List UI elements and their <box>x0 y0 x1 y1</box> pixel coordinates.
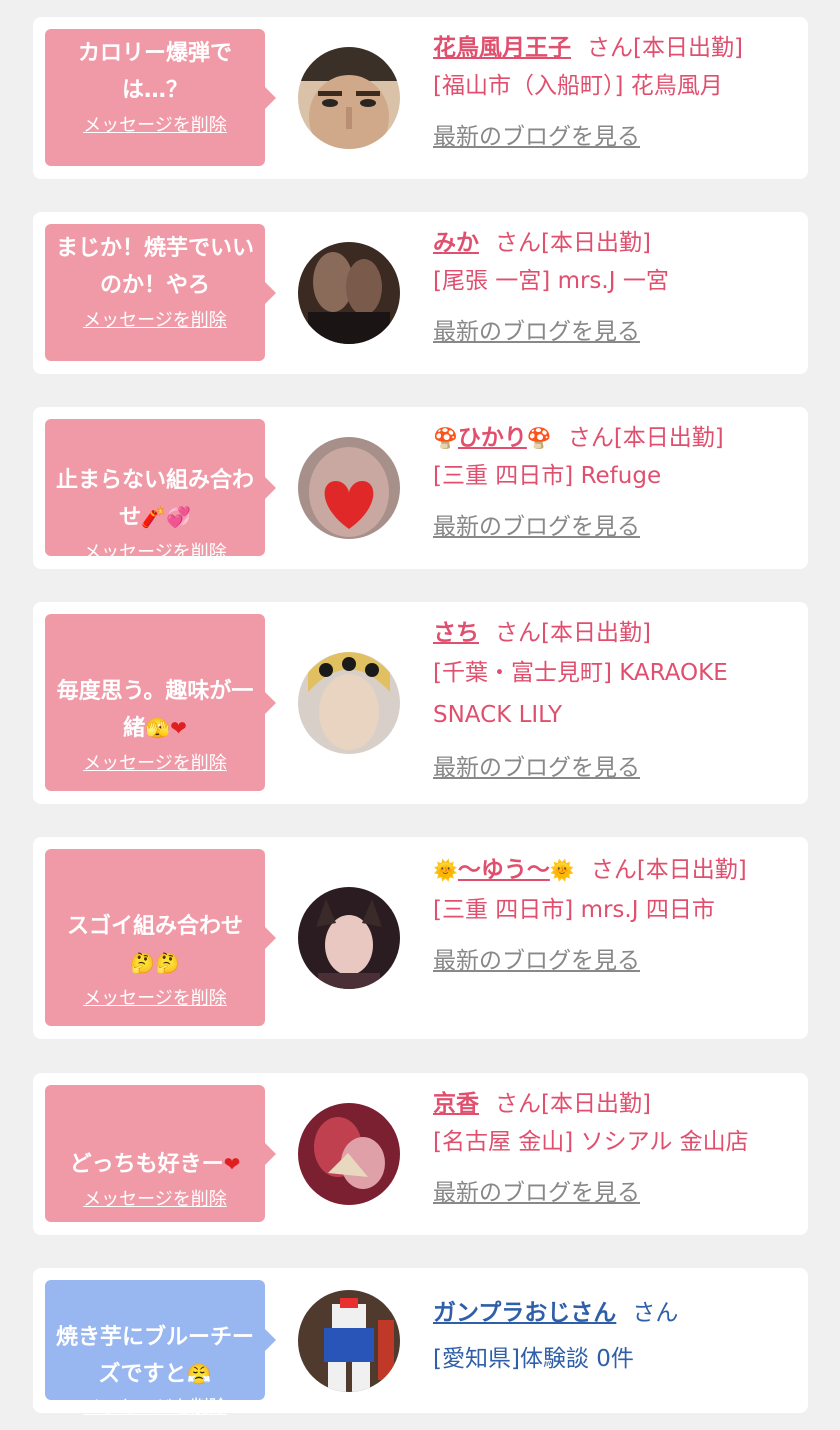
message-list: カロリー爆弾では…？ メッセージを削除 花鳥風月王子 さん[本日出勤] [福山市（… <box>0 0 840 1430</box>
shop-info: [尾張 一宮] mrs.J 一宮 <box>433 268 669 294</box>
latest-blog-link[interactable]: 最新のブログを見る <box>433 748 640 782</box>
message-card: 焼き芋にブルーチーズですと😤 メッセージを削除 ガンプラおじさん さん [愛知県]… <box>33 1268 808 1418</box>
cast-name-link[interactable]: 〜ゆう〜 <box>458 857 550 883</box>
delete-message-link[interactable]: メッセージを削除 <box>83 984 227 1010</box>
cast-status: さん[本日出勤] <box>495 1091 651 1117</box>
message-card: どっちも好きー❤ メッセージを削除 京香 さん[本日出勤] [名古屋 金山] ソシ… <box>33 1073 808 1235</box>
cast-name-link[interactable]: みか <box>433 230 479 256</box>
cast-info: みか さん[本日出勤] [尾張 一宮] mrs.J 一宮 最新のブログを見る <box>433 224 795 346</box>
cast-info: 🌞〜ゆう〜🌞 さん[本日出勤] [三重 四日市] mrs.J 四日市 最新のブログ… <box>433 849 795 975</box>
cast-info: 🍄ひかり🍄 さん[本日出勤] [三重 四日市] Refuge 最新のブログを見る <box>433 419 795 541</box>
customer-name-link[interactable]: ガンプラおじさん <box>433 1300 616 1326</box>
shop-info: [三重 四日市] mrs.J 四日市 <box>433 897 715 923</box>
message-bubble: カロリー爆弾では…？ メッセージを削除 <box>45 29 276 166</box>
sun-icon: 🌞 <box>549 858 575 882</box>
message-text: カロリー爆弾では…？ <box>77 41 232 103</box>
message-bubble: 毎度思う。趣味が一緒🫣❤ メッセージを削除 <box>45 614 276 791</box>
cast-name-link[interactable]: さち <box>433 620 479 646</box>
cast-status: さん[本日出勤] <box>495 620 651 646</box>
latest-blog-link[interactable]: 最新のブログを見る <box>433 117 640 151</box>
cast-status: さん[本日出勤] <box>495 230 651 256</box>
heart-emoji-icon: ❤ <box>223 1152 241 1176</box>
avatar[interactable] <box>298 47 400 149</box>
avatar[interactable] <box>298 887 400 989</box>
avatar[interactable] <box>298 652 400 754</box>
face-emoji-icon: 🫣 <box>145 716 171 740</box>
avatar[interactable] <box>298 242 400 344</box>
delete-message-link[interactable]: メッセージを削除 <box>83 111 227 137</box>
customer-suffix: さん <box>632 1300 679 1326</box>
message-bubble: 焼き芋にブルーチーズですと😤 メッセージを削除 <box>45 1280 276 1418</box>
message-text: どっちも好きー <box>69 1152 224 1177</box>
message-bubble: スゴイ組み合わせ 🤔🤔 メッセージを削除 <box>45 849 276 1026</box>
message-card: 止まらない組み合わせ🧨💞 メッセージを削除 🍄ひかり🍄 さん[本日出勤] [三重 … <box>33 407 808 569</box>
message-bubble: どっちも好きー❤ メッセージを削除 <box>45 1085 276 1222</box>
mushroom-icon: 🍄 <box>526 426 552 450</box>
hearts-emoji-icon: 💞 <box>166 505 191 529</box>
mushroom-icon: 🍄 <box>433 426 458 450</box>
cast-info: 京香 さん[本日出勤] [名古屋 金山] ソシアル 金山店 最新のブログを見る <box>433 1085 795 1207</box>
cast-status: さん[本日出勤] <box>590 857 747 883</box>
latest-blog-link[interactable]: 最新のブログを見る <box>433 507 640 541</box>
cast-status: さん[本日出勤] <box>567 425 724 451</box>
delete-message-link[interactable]: メッセージを削除 <box>83 538 227 564</box>
message-text: まじか！焼芋でいいのか！やろ <box>55 236 254 298</box>
delete-message-link[interactable]: メッセージを削除 <box>83 1393 227 1419</box>
sulky-face-emoji-icon: 😤 <box>186 1362 212 1386</box>
shop-info: [福山市（入船町）] 花鳥風月 <box>433 73 723 99</box>
avatar[interactable] <box>298 1290 400 1392</box>
delete-message-link[interactable]: メッセージを削除 <box>83 306 227 332</box>
thinking-emoji-icon: 🤔 <box>130 951 155 975</box>
shop-info: [三重 四日市] Refuge <box>433 463 662 489</box>
cast-info: 花鳥風月王子 さん[本日出勤] [福山市（入船町）] 花鳥風月 最新のブログを見る <box>433 29 795 151</box>
delete-message-link[interactable]: メッセージを削除 <box>83 749 227 775</box>
thinking-emoji-icon: 🤔 <box>155 951 180 975</box>
cast-info: さち さん[本日出勤] [千葉・富士見町] KARAOKE SNACK LILY … <box>433 614 795 782</box>
dynamite-emoji-icon: 🧨 <box>141 505 166 529</box>
sun-icon: 🌞 <box>433 858 458 882</box>
latest-blog-link[interactable]: 最新のブログを見る <box>433 1173 640 1207</box>
cast-info: ガンプラおじさん さん [愛知県]体験談 0件 <box>433 1294 795 1378</box>
heart-emoji-icon: ❤ <box>170 716 187 740</box>
cast-name-link[interactable]: ひかり <box>458 425 527 451</box>
avatar[interactable] <box>298 1103 400 1205</box>
latest-blog-link[interactable]: 最新のブログを見る <box>433 312 640 346</box>
message-bubble: まじか！焼芋でいいのか！やろ メッセージを削除 <box>45 224 276 361</box>
delete-message-link[interactable]: メッセージを削除 <box>83 1185 227 1211</box>
message-card: スゴイ組み合わせ 🤔🤔 メッセージを削除 🌞〜ゆう〜🌞 さん[本日出勤] [三重 四… <box>33 837 808 1039</box>
message-text: 焼き芋にブルーチーズですと <box>55 1325 254 1387</box>
cast-status: さん[本日出勤] <box>587 35 743 61</box>
review-count-info: [愛知県]体験談 0件 <box>433 1346 634 1372</box>
cast-name-link[interactable]: 京香 <box>433 1091 479 1117</box>
message-card: 毎度思う。趣味が一緒🫣❤ メッセージを削除 さち さん[本日出勤] [千葉・富士見… <box>33 602 808 804</box>
shop-info: [名古屋 金山] ソシアル 金山店 <box>433 1129 749 1155</box>
latest-blog-link[interactable]: 最新のブログを見る <box>433 941 640 975</box>
message-bubble: 止まらない組み合わせ🧨💞 メッセージを削除 <box>45 419 276 563</box>
cast-name-link[interactable]: 花鳥風月王子 <box>433 35 571 61</box>
message-text: スゴイ組み合わせ <box>66 914 243 939</box>
message-card: まじか！焼芋でいいのか！やろ メッセージを削除 みか さん[本日出勤] [尾張 一… <box>33 212 808 374</box>
avatar[interactable] <box>298 437 400 539</box>
message-card: カロリー爆弾では…？ メッセージを削除 花鳥風月王子 さん[本日出勤] [福山市（… <box>33 17 808 179</box>
shop-info: [千葉・富士見町] KARAOKE SNACK LILY <box>433 660 728 728</box>
